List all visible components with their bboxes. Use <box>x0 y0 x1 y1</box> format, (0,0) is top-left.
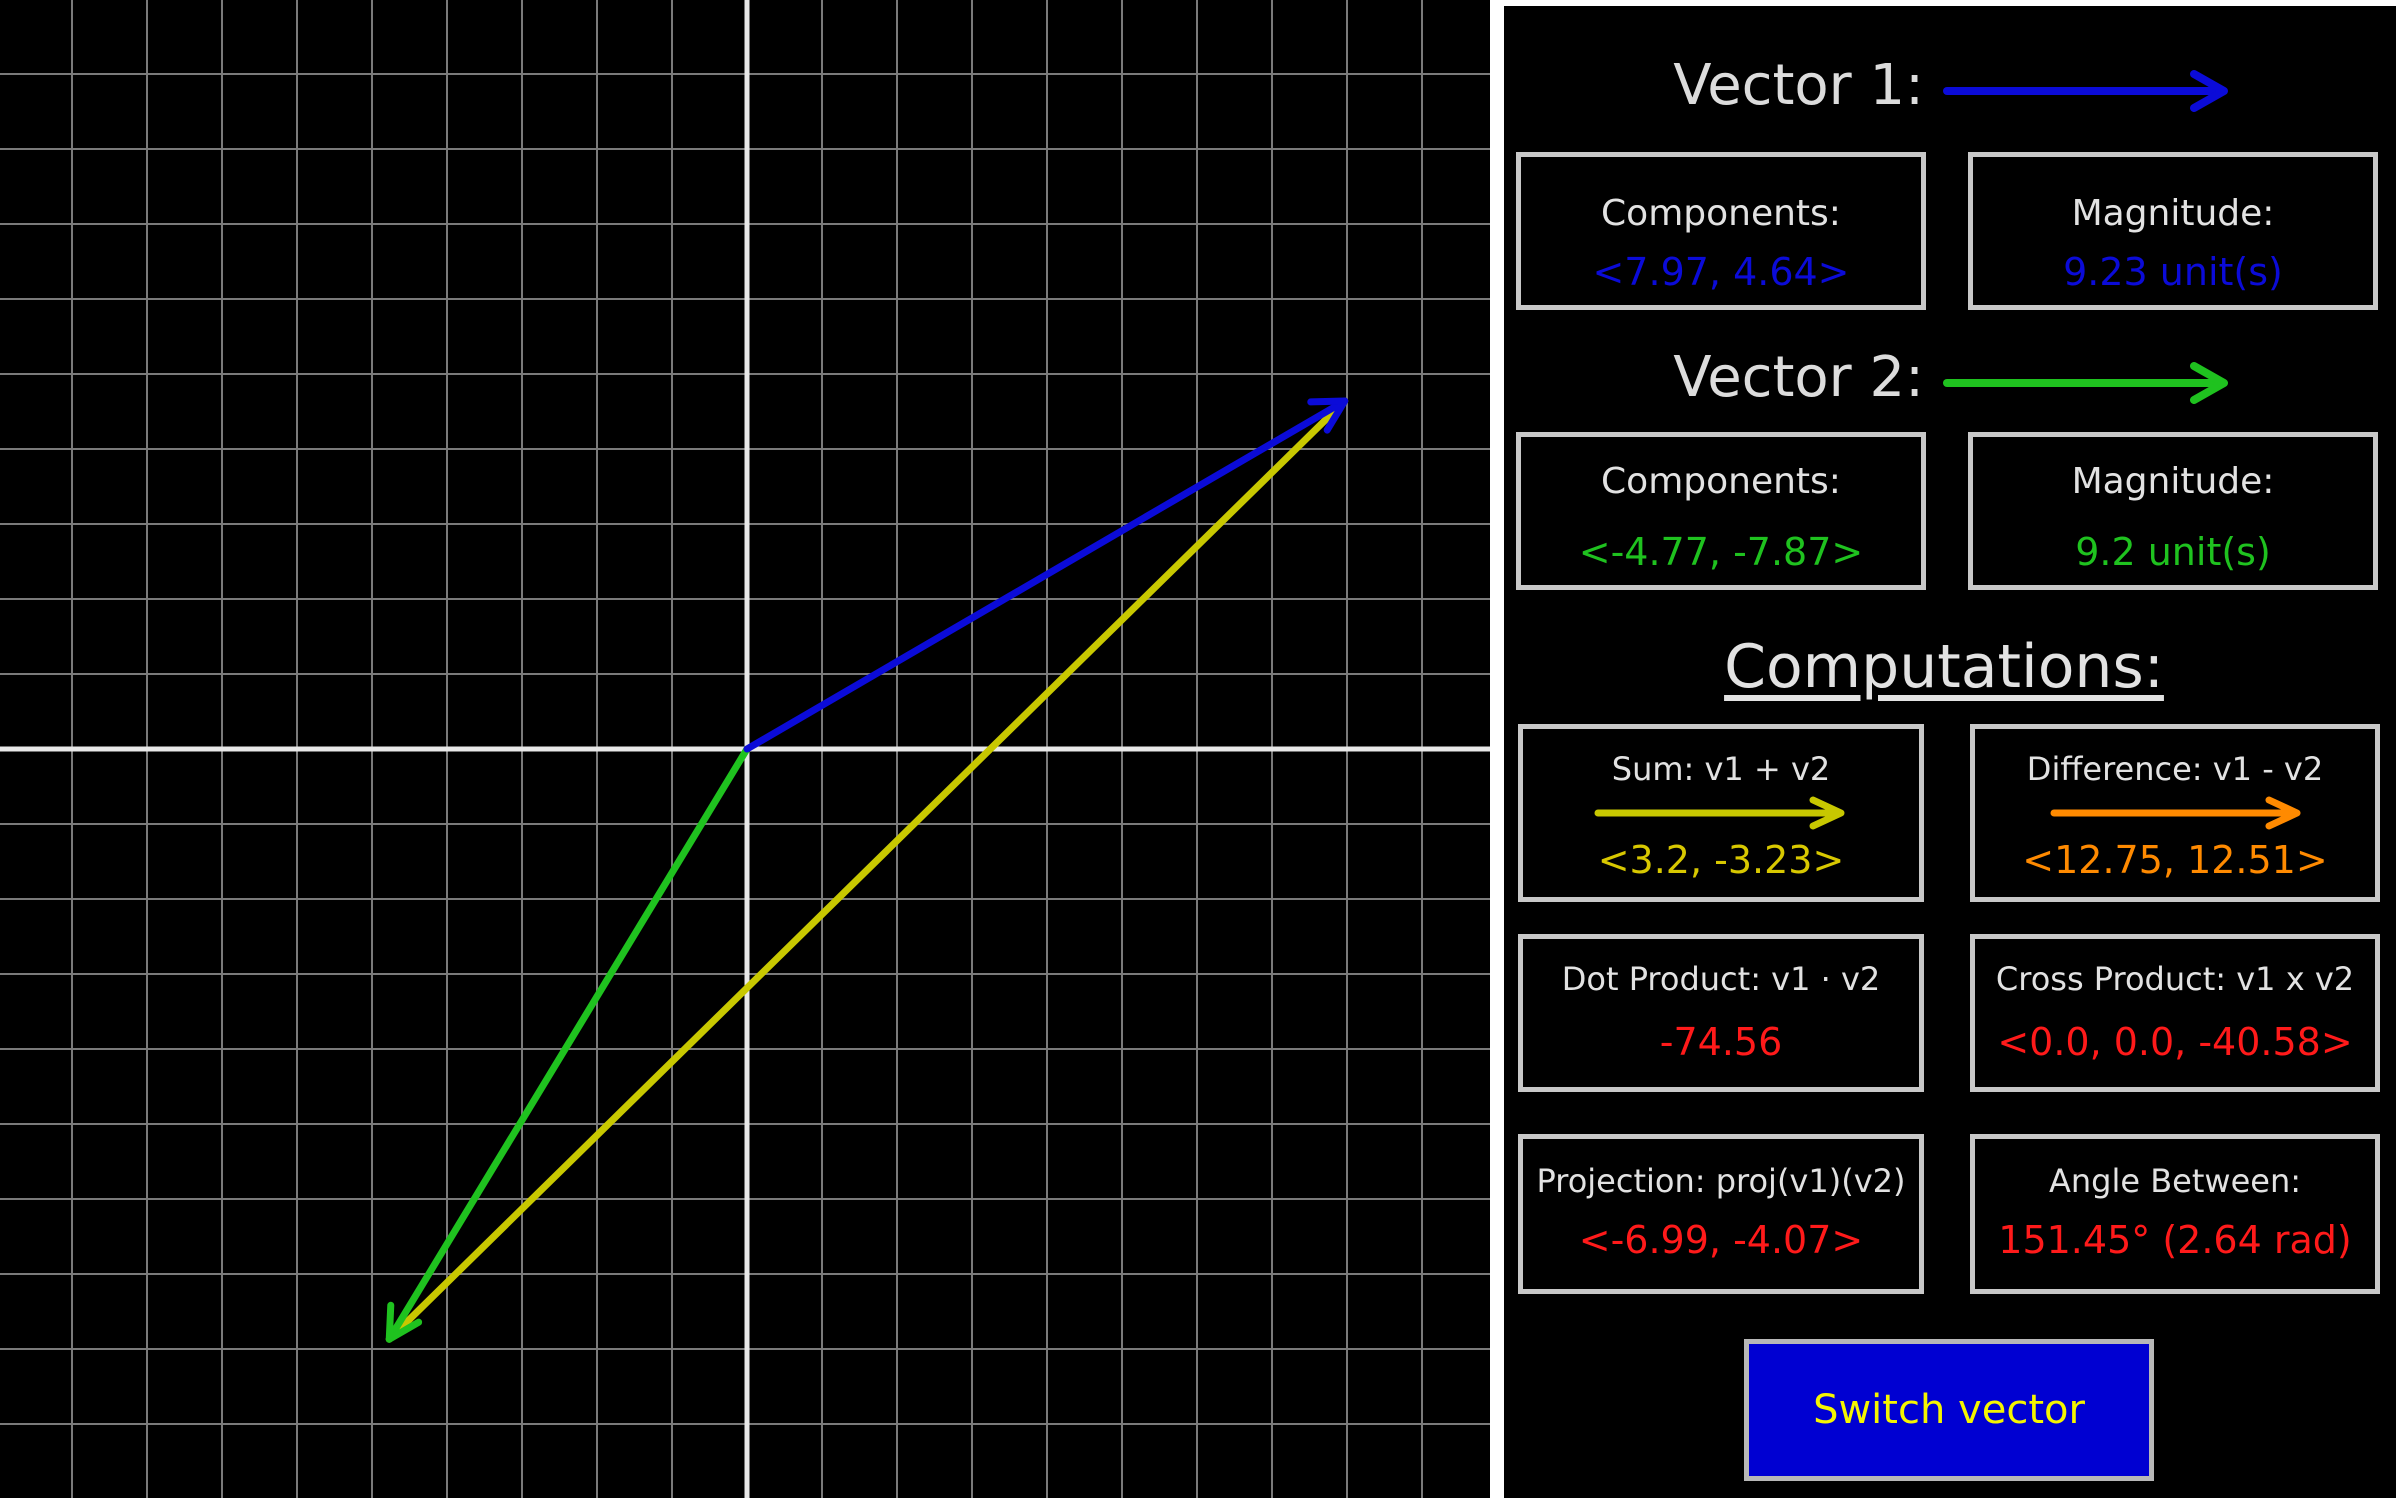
angle-box: Angle Between: 151.45° (2.64 rad) <box>1970 1134 2380 1294</box>
cross-product-value: <0.0, 0.0, -40.58> <box>1997 1020 2353 1064</box>
dot-product-box: Dot Product: v1 · v2 -74.56 <box>1518 934 1924 1092</box>
vector1-components-box: Components: <7.97, 4.64> <box>1516 152 1926 310</box>
vector1-magnitude-box: Magnitude: 9.23 unit(s) <box>1968 152 2378 310</box>
dot-product-value: -74.56 <box>1659 1020 1783 1064</box>
vector2-components-value: <-4.77, -7.87> <box>1578 530 1864 574</box>
switch-vector-button[interactable]: Switch vector <box>1744 1339 2154 1481</box>
sum-value: <3.2, -3.23> <box>1597 838 1845 882</box>
vector2-magnitude-box: Magnitude: 9.2 unit(s) <box>1968 432 2378 590</box>
coordinate-plane[interactable] <box>0 0 1490 1498</box>
sum-label: Sum: v1 + v2 <box>1611 750 1831 788</box>
cross-product-label: Cross Product: v1 x v2 <box>1995 960 2355 998</box>
difference-value: <12.75, 12.51> <box>2022 838 2328 882</box>
dot-product-label: Dot Product: v1 · v2 <box>1561 960 1881 998</box>
difference-arrow-icon <box>2050 796 2301 830</box>
vector2-components-box: Components: <-4.77, -7.87> <box>1516 432 1926 590</box>
projection-box: Projection: proj(v1)(v2) <-6.99, -4.07> <box>1518 1134 1924 1294</box>
info-panel: Vector 1: Components: <7.97, 4.64> Magni… <box>1504 6 2396 1498</box>
vector2-magnitude-value: 9.2 unit(s) <box>2075 530 2271 574</box>
angle-value: 151.45° (2.64 rad) <box>1998 1218 2352 1262</box>
projection-label: Projection: proj(v1)(v2) <box>1536 1162 1906 1200</box>
vector2-components-label: Components: <box>1601 461 1841 502</box>
angle-label: Angle Between: <box>2048 1162 2302 1200</box>
vector1-components-label: Components: <box>1601 193 1841 234</box>
plane-canvas[interactable] <box>0 0 1490 1498</box>
vector1-title: Vector 1: <box>1673 53 1924 118</box>
projection-value: <-6.99, -4.07> <box>1578 1218 1864 1262</box>
vector1-arrow-icon <box>1943 70 2228 112</box>
difference-box: Difference: v1 - v2 <12.75, 12.51> <box>1970 724 2380 902</box>
vector2-magnitude-label: Magnitude: <box>2071 461 2275 502</box>
vector2-arrow-icon <box>1943 362 2228 404</box>
sum-box: Sum: v1 + v2 <3.2, -3.23> <box>1518 724 1924 902</box>
vector1-magnitude-label: Magnitude: <box>2071 193 2275 234</box>
vector1-components-value: <7.97, 4.64> <box>1592 250 1850 294</box>
cross-product-box: Cross Product: v1 x v2 <0.0, 0.0, -40.58… <box>1970 934 2380 1092</box>
sum-arrow-icon <box>1594 796 1845 830</box>
computations-title: Computations: <box>1724 632 2164 702</box>
vector2-title: Vector 2: <box>1673 345 1924 410</box>
vector1-magnitude-value: 9.23 unit(s) <box>2063 250 2283 294</box>
difference-label: Difference: v1 - v2 <box>2026 750 2324 788</box>
